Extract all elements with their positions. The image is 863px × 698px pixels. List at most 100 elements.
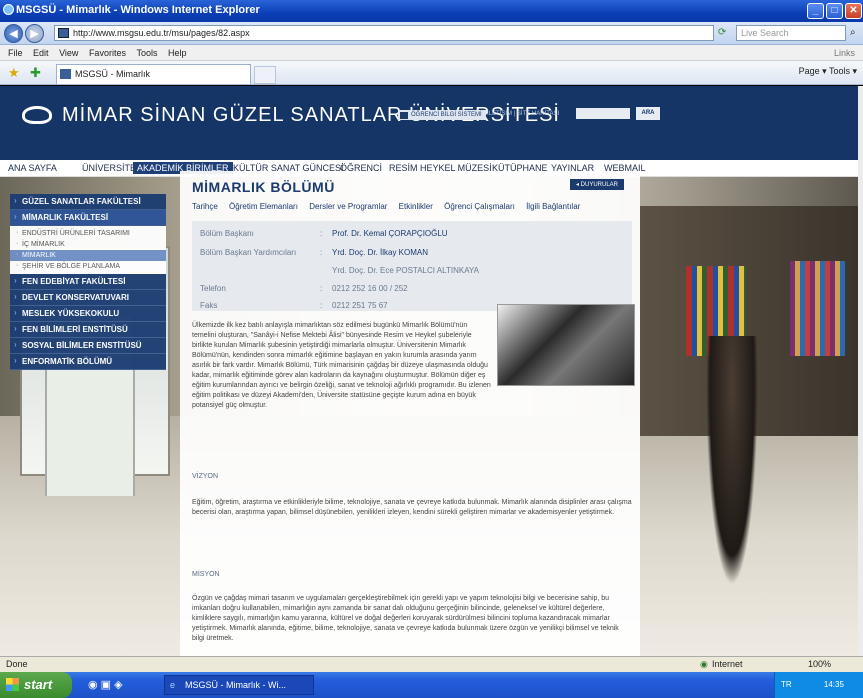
- new-tab-button[interactable]: [254, 66, 276, 84]
- sidebar-item-fen-edebiyat[interactable]: FEN EDEBİYAT FAKÜLTESİ: [10, 274, 166, 290]
- language-indicator[interactable]: TR: [781, 680, 792, 689]
- info-sep: :: [320, 229, 323, 238]
- obs-label: ÖĞRENCİ BİLGİ SİSTEMİ: [411, 112, 482, 118]
- vizyon-heading: VİZYON: [192, 473, 219, 480]
- tab-ogretim-elemanlari[interactable]: Öğretim Elemanları: [229, 202, 298, 211]
- sidebar-item-mimarlik-fakultesi[interactable]: MİMARLIK FAKÜLTESİ: [10, 210, 166, 226]
- window-titlebar: MSGSÜ - Mimarlık - Windows Internet Expl…: [0, 0, 863, 22]
- close-button[interactable]: ✕: [845, 3, 862, 19]
- tab-favicon: [60, 69, 71, 79]
- info-label: Bölüm Başkanı: [200, 229, 254, 238]
- taskbar: start ◉ ▣ ◈ e MSGSÜ - Mimarlık - Wi... TR…: [0, 672, 863, 698]
- tab-dersler[interactable]: Dersler ve Programlar: [309, 202, 387, 211]
- info-value: 0212 251 75 67: [332, 301, 388, 310]
- info-label: Bölüm Başkan Yardımcıları: [200, 248, 297, 257]
- site-header: MİMAR SİNAN GÜZEL SANATLAR ÜNİVERSİTESİ …: [0, 86, 858, 160]
- globe-icon: ◉: [700, 659, 708, 669]
- system-tray: TR 14:35: [774, 672, 863, 698]
- minimize-button[interactable]: _: [807, 3, 824, 19]
- page-title: MİMARLIK BÖLÜMÜ: [192, 179, 335, 195]
- university-logo[interactable]: [22, 106, 52, 124]
- sidebar-sub-ic-mimarlik[interactable]: İÇ MİMARLIK: [10, 239, 166, 250]
- menu-edit[interactable]: Edit: [33, 48, 49, 58]
- misyon-heading: MİSYON: [192, 571, 220, 578]
- menu-bar: File Edit View Favorites Tools Help Link…: [0, 45, 863, 61]
- back-button[interactable]: ◀: [4, 24, 23, 43]
- tab-ilgili-baglantilar[interactable]: İlgili Bağlantılar: [526, 202, 580, 211]
- department-tabs: Tarihçe Öğretim Elemanları Dersler ve Pr…: [192, 202, 589, 211]
- live-search-input[interactable]: Live Search: [736, 25, 846, 41]
- obs-link[interactable]: ÖĞRENCİ BİLGİ SİSTEMİ: [398, 110, 486, 120]
- start-button[interactable]: start: [0, 672, 72, 698]
- quicklaunch-icons[interactable]: ◉ ▣ ◈: [88, 678, 123, 691]
- command-bar[interactable]: Page ▾ Tools ▾: [799, 66, 857, 77]
- task-label: MSGSÜ - Mimarlık - Wi...: [185, 680, 286, 690]
- sidebar-item-enformatik[interactable]: ENFORMATİK BÖLÜMÜ: [10, 354, 166, 370]
- info-value: Yrd. Doç. Dr. Ece POSTALCI ALTINKAYA: [332, 266, 480, 275]
- tab-ogrenci-calismalari[interactable]: Öğrenci Çalışmaları: [444, 202, 515, 211]
- classroom-photo: [497, 304, 635, 386]
- info-label: Faks: [200, 301, 218, 310]
- sidebar-item-guzel-sanatlar[interactable]: GÜZEL SANATLAR FAKÜLTESİ: [10, 194, 166, 210]
- sidebar-sub-endustri[interactable]: ENDÜSTRİ ÜRÜNLERİ TASARIMI: [10, 228, 166, 239]
- background-visitor: [706, 336, 758, 586]
- clock[interactable]: 14:35: [824, 680, 844, 689]
- zoom-level[interactable]: 100%: [808, 659, 831, 669]
- address-toolbar: ◀ ▶ http://www.msgsu.edu.tr/msu/pages/82…: [0, 22, 863, 45]
- misyon-text: Özgün ve çağdaş mimari tasarım ve uygula…: [192, 595, 619, 642]
- page-favicon: [58, 28, 69, 38]
- menu-help[interactable]: Help: [168, 48, 187, 58]
- info-value: Yrd. Doç. Dr. İlkay KOMAN: [332, 248, 429, 257]
- sidebar-navigation: GÜZEL SANATLAR FAKÜLTESİ MİMARLIK FAKÜLT…: [10, 194, 166, 370]
- menu-tools[interactable]: Tools: [136, 48, 157, 58]
- address-bar[interactable]: http://www.msgsu.edu.tr/msu/pages/82.asp…: [54, 25, 714, 41]
- tab-title: MSGSÜ - Mimarlık: [75, 69, 150, 79]
- background-artwork-2: [790, 261, 845, 356]
- sidebar-submenu: ENDÜSTRİ ÜRÜNLERİ TASARIMI İÇ MİMARLIK M…: [10, 226, 166, 274]
- forward-button[interactable]: ▶: [25, 24, 44, 43]
- info-value: 0212 252 16 00 / 252: [332, 284, 408, 293]
- nav-ana-sayfa[interactable]: ANA SAYFA: [8, 163, 57, 173]
- vizyon-text: Eğitim, öğretim, araştırma ve etkinlikle…: [192, 499, 632, 516]
- info-sep: :: [320, 284, 323, 293]
- search-icon[interactable]: ⌕: [850, 27, 856, 38]
- contact-info-box: Bölüm Başkanı : Prof. Dr. Kemal ÇORAPÇIO…: [192, 221, 632, 311]
- ie-icon: [3, 4, 14, 15]
- menu-view[interactable]: View: [59, 48, 78, 58]
- start-label: start: [24, 677, 53, 692]
- top-links[interactable]: İLETİŞİM | SİTE HARİTASI: [487, 111, 559, 117]
- vertical-scrollbar[interactable]: [858, 86, 863, 656]
- intro-text: Ülkemizde ilk kez batılı anlayışla mimar…: [192, 322, 491, 409]
- sidebar-item-konservatuvar[interactable]: DEVLET KONSERVATUVARI: [10, 290, 166, 306]
- site-search-input[interactable]: [576, 108, 630, 119]
- menu-file[interactable]: File: [8, 48, 23, 58]
- duyurular-button[interactable]: ◂ DUYURULAR: [569, 179, 624, 190]
- menu-favorites[interactable]: Favorites: [89, 48, 126, 58]
- add-favorites-icon[interactable]: ✚: [30, 65, 41, 81]
- info-sep: :: [320, 301, 323, 310]
- maximize-button[interactable]: □: [826, 3, 843, 19]
- windows-flag-icon: [6, 678, 19, 691]
- browser-tab-active[interactable]: MSGSÜ - Mimarlık: [56, 64, 251, 84]
- info-icon: [400, 112, 408, 119]
- tab-etkinlikler[interactable]: Etkinlikler: [399, 202, 433, 211]
- nav-universite[interactable]: ÜNİVERSİTE: [82, 163, 136, 173]
- sidebar-sub-sehir[interactable]: ŞEHİR VE BÖLGE PLANLAMA: [10, 261, 166, 272]
- sidebar-item-meslek[interactable]: MESLEK YÜKSEKOKULU: [10, 306, 166, 322]
- favorites-star-icon[interactable]: ★: [8, 65, 20, 81]
- links-label[interactable]: Links: [834, 45, 855, 61]
- refresh-icon[interactable]: ⟳: [718, 27, 726, 38]
- sidebar-item-sosyal-bilimler[interactable]: SOSYAL BİLİMLER ENSTİTÜSÜ: [10, 338, 166, 354]
- content-panel: MİMARLIK BÖLÜMÜ ◂ DUYURULAR Tarihçe Öğre…: [180, 171, 640, 656]
- tab-bar: ★ ✚ MSGSÜ - Mimarlık Page ▾ Tools ▾: [0, 61, 863, 85]
- sidebar-item-fen-bilimleri[interactable]: FEN BİLİMLERİ ENSTİTÜSÜ: [10, 322, 166, 338]
- taskbar-ie-window[interactable]: e MSGSÜ - Mimarlık - Wi...: [164, 675, 314, 695]
- site-search-button[interactable]: ARA: [636, 107, 660, 120]
- status-bar: Done ◉ Internet 100%: [0, 656, 863, 672]
- ie-task-icon: e: [170, 680, 176, 690]
- sidebar-sub-mimarlik[interactable]: MİMARLIK: [10, 250, 166, 261]
- tab-tarihce[interactable]: Tarihçe: [192, 202, 218, 211]
- web-page-viewport: MİMAR SİNAN GÜZEL SANATLAR ÜNİVERSİTESİ …: [0, 86, 858, 656]
- status-text: Done: [6, 659, 28, 669]
- info-value: Prof. Dr. Kemal ÇORAPÇIOĞLU: [332, 229, 448, 238]
